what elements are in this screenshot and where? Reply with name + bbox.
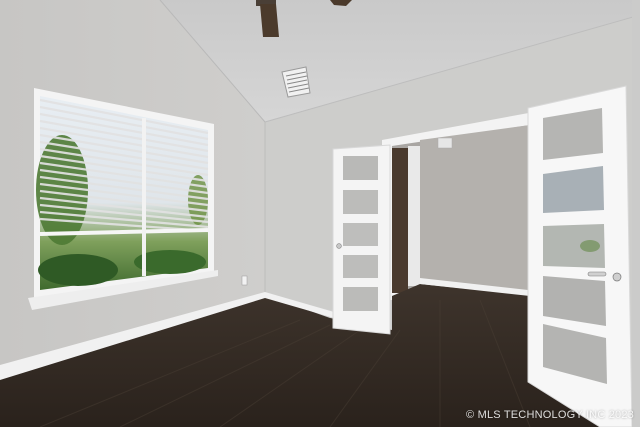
copyright-watermark: © MLS TECHNOLOGY INC 2023 [466, 409, 634, 421]
room-illustration [0, 0, 640, 427]
window [28, 88, 218, 310]
french-door-left [332, 144, 391, 335]
room-photo: © MLS TECHNOLOGY INC 2023 [0, 0, 640, 427]
wall-outlet [241, 275, 248, 286]
french-door-right [527, 85, 633, 427]
doorway [382, 110, 545, 300]
